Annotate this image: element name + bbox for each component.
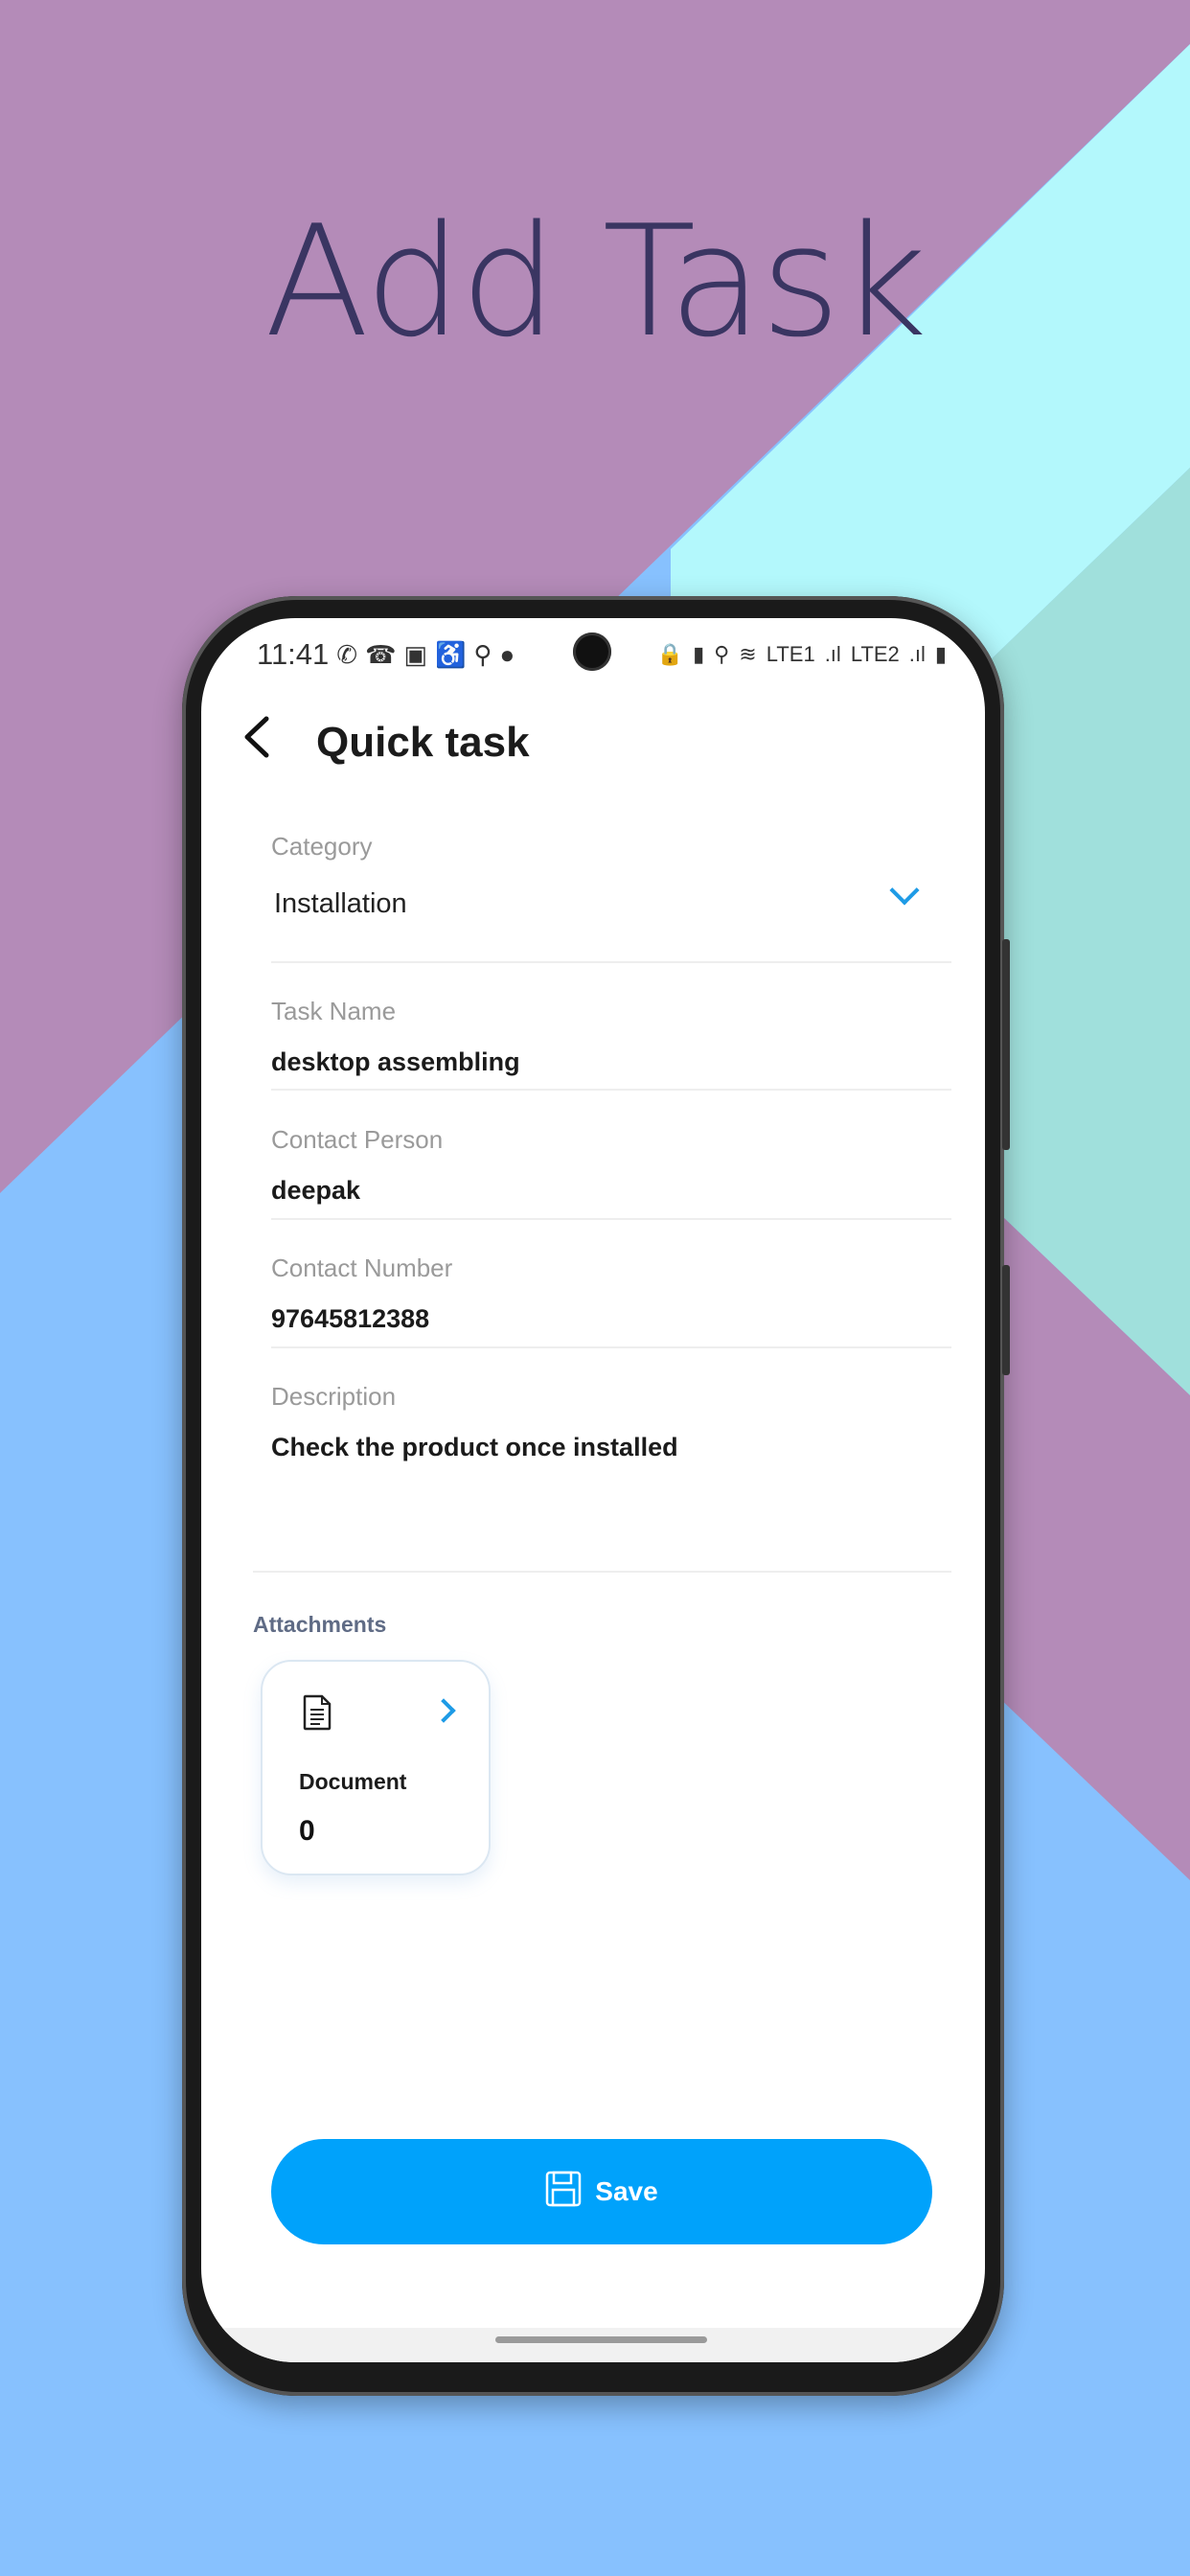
contact-number-field[interactable]: Contact Number 97645812388	[271, 1254, 951, 1348]
navigation-bar	[201, 2328, 985, 2362]
signal-lte1-icon: LTE1	[766, 642, 815, 666]
contact-person-value: deepak	[271, 1176, 361, 1205]
phone-icon: ☎	[365, 639, 397, 669]
messenger-icon: ●	[499, 639, 515, 669]
save-icon	[545, 2171, 582, 2214]
location-icon: ⚲	[714, 642, 730, 666]
whatsapp-icon: ✆	[336, 639, 358, 669]
signal-lte2-icon: LTE2	[850, 642, 900, 666]
battery-icon: ▮	[934, 642, 947, 666]
signal-bars-icon: .ıl	[908, 642, 926, 666]
location-icon: ⚲	[473, 639, 492, 669]
volume-button	[1002, 939, 1010, 1150]
save-label: Save	[595, 2176, 658, 2206]
status-time: 11:41	[257, 637, 330, 671]
lock-icon: 🔒	[656, 642, 684, 666]
contact-number-label: Contact Number	[271, 1254, 453, 1282]
signal-bars-icon: .ıl	[824, 642, 841, 666]
description-value: Check the product once installed	[271, 1433, 678, 1461]
facebook-icon: ▣	[403, 639, 428, 669]
save-button[interactable]: Save	[271, 2139, 932, 2244]
task-name-value: desktop assembling	[271, 1047, 520, 1076]
battery-saver-icon: ▮	[693, 642, 705, 666]
category-label: Category	[271, 832, 373, 861]
wifi-icon: ≋	[739, 642, 757, 666]
page-title: Quick task	[316, 719, 530, 766]
description-label: Description	[271, 1382, 397, 1411]
contact-number-value: 97645812388	[271, 1304, 430, 1333]
back-arrow-icon[interactable]	[240, 714, 316, 771]
document-icon	[303, 1694, 332, 1736]
attachment-card-document[interactable]: Document 0	[261, 1660, 491, 1875]
promo-headline: Add Task	[264, 192, 927, 371]
app-screen: 11:41 ✆ ☎ ▣ ♿ ⚲ ● 🔒 ▮ ⚲ ≋ LTE1 .ıl LTE2 …	[201, 618, 985, 2362]
attachment-name: Document	[299, 1769, 407, 1794]
task-name-label: Task Name	[271, 997, 397, 1025]
attachments-label: Attachments	[253, 1612, 387, 1637]
power-button	[1002, 1265, 1010, 1375]
chevron-right-icon	[431, 1698, 456, 1723]
category-select[interactable]: Category Installation	[271, 832, 951, 963]
front-camera	[573, 632, 611, 671]
category-value: Installation	[274, 888, 407, 919]
home-indicator[interactable]	[495, 2336, 707, 2343]
task-name-field[interactable]: Task Name desktop assembling	[271, 997, 951, 1091]
contact-person-label: Contact Person	[271, 1125, 444, 1154]
accessibility-icon: ♿	[435, 639, 467, 669]
attachment-count: 0	[299, 1815, 315, 1847]
description-field[interactable]: Description Check the product once insta…	[253, 1382, 951, 1573]
contact-person-field[interactable]: Contact Person deepak	[271, 1125, 951, 1220]
app-header: Quick task	[240, 714, 530, 771]
